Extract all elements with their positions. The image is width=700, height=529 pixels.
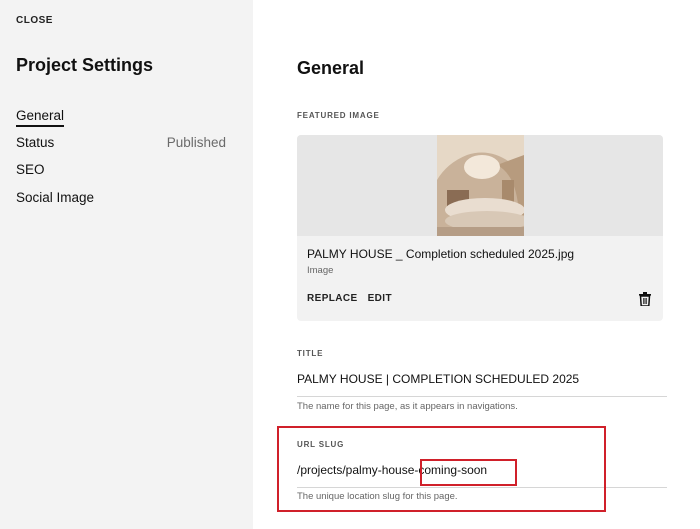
close-button[interactable]: CLOSE (16, 15, 53, 26)
sidebar-item-label: Status (16, 134, 55, 150)
sidebar-item-label: General (16, 107, 65, 127)
sidebar-item-seo[interactable]: SEO (16, 158, 226, 180)
sidebar-item-label: Social Image (16, 189, 95, 205)
url-slug-field-label: URL SLUG (297, 440, 345, 449)
url-slug-underline (297, 487, 667, 488)
status-value: Published (166, 134, 226, 150)
image-preview-area[interactable] (297, 135, 663, 236)
sidebar-item-status[interactable]: Status Published (16, 131, 226, 153)
replace-image-button[interactable]: REPLACE (307, 293, 358, 304)
title-field-label: TITLE (297, 349, 324, 358)
featured-image-label: FEATURED IMAGE (297, 111, 380, 120)
sidebar-item-general[interactable]: General (16, 104, 226, 127)
title-input[interactable]: PALMY HOUSE | COMPLETION SCHEDULED 2025 (297, 372, 579, 386)
image-actions: REPLACE EDIT (307, 293, 392, 304)
featured-image-filename: PALMY HOUSE _ Completion scheduled 2025.… (307, 247, 575, 261)
title-input-underline (297, 396, 667, 397)
settings-sidebar: CLOSE Project Settings General Status Pu… (0, 0, 253, 529)
title-help-text: The name for this page, as it appears in… (297, 401, 518, 412)
url-slug-help-text: The unique location slug for this page. (297, 491, 458, 502)
sidebar-item-label: SEO (16, 161, 45, 177)
sidebar-title: Project Settings (16, 55, 154, 75)
page-title: General (297, 58, 365, 78)
url-slug-input[interactable]: /projects/palmy-house-coming-soon (297, 463, 487, 477)
edit-image-button[interactable]: EDIT (368, 293, 392, 304)
featured-image-card: PALMY HOUSE _ Completion scheduled 2025.… (297, 135, 663, 321)
general-settings-panel: General FEATURED IMAGE PALMY HOUSE _ Com… (253, 0, 700, 529)
featured-image-thumbnail (437, 135, 524, 236)
sidebar-item-social-image[interactable]: Social Image (16, 186, 226, 208)
trash-icon[interactable] (639, 292, 651, 306)
featured-image-type: Image (307, 265, 334, 276)
